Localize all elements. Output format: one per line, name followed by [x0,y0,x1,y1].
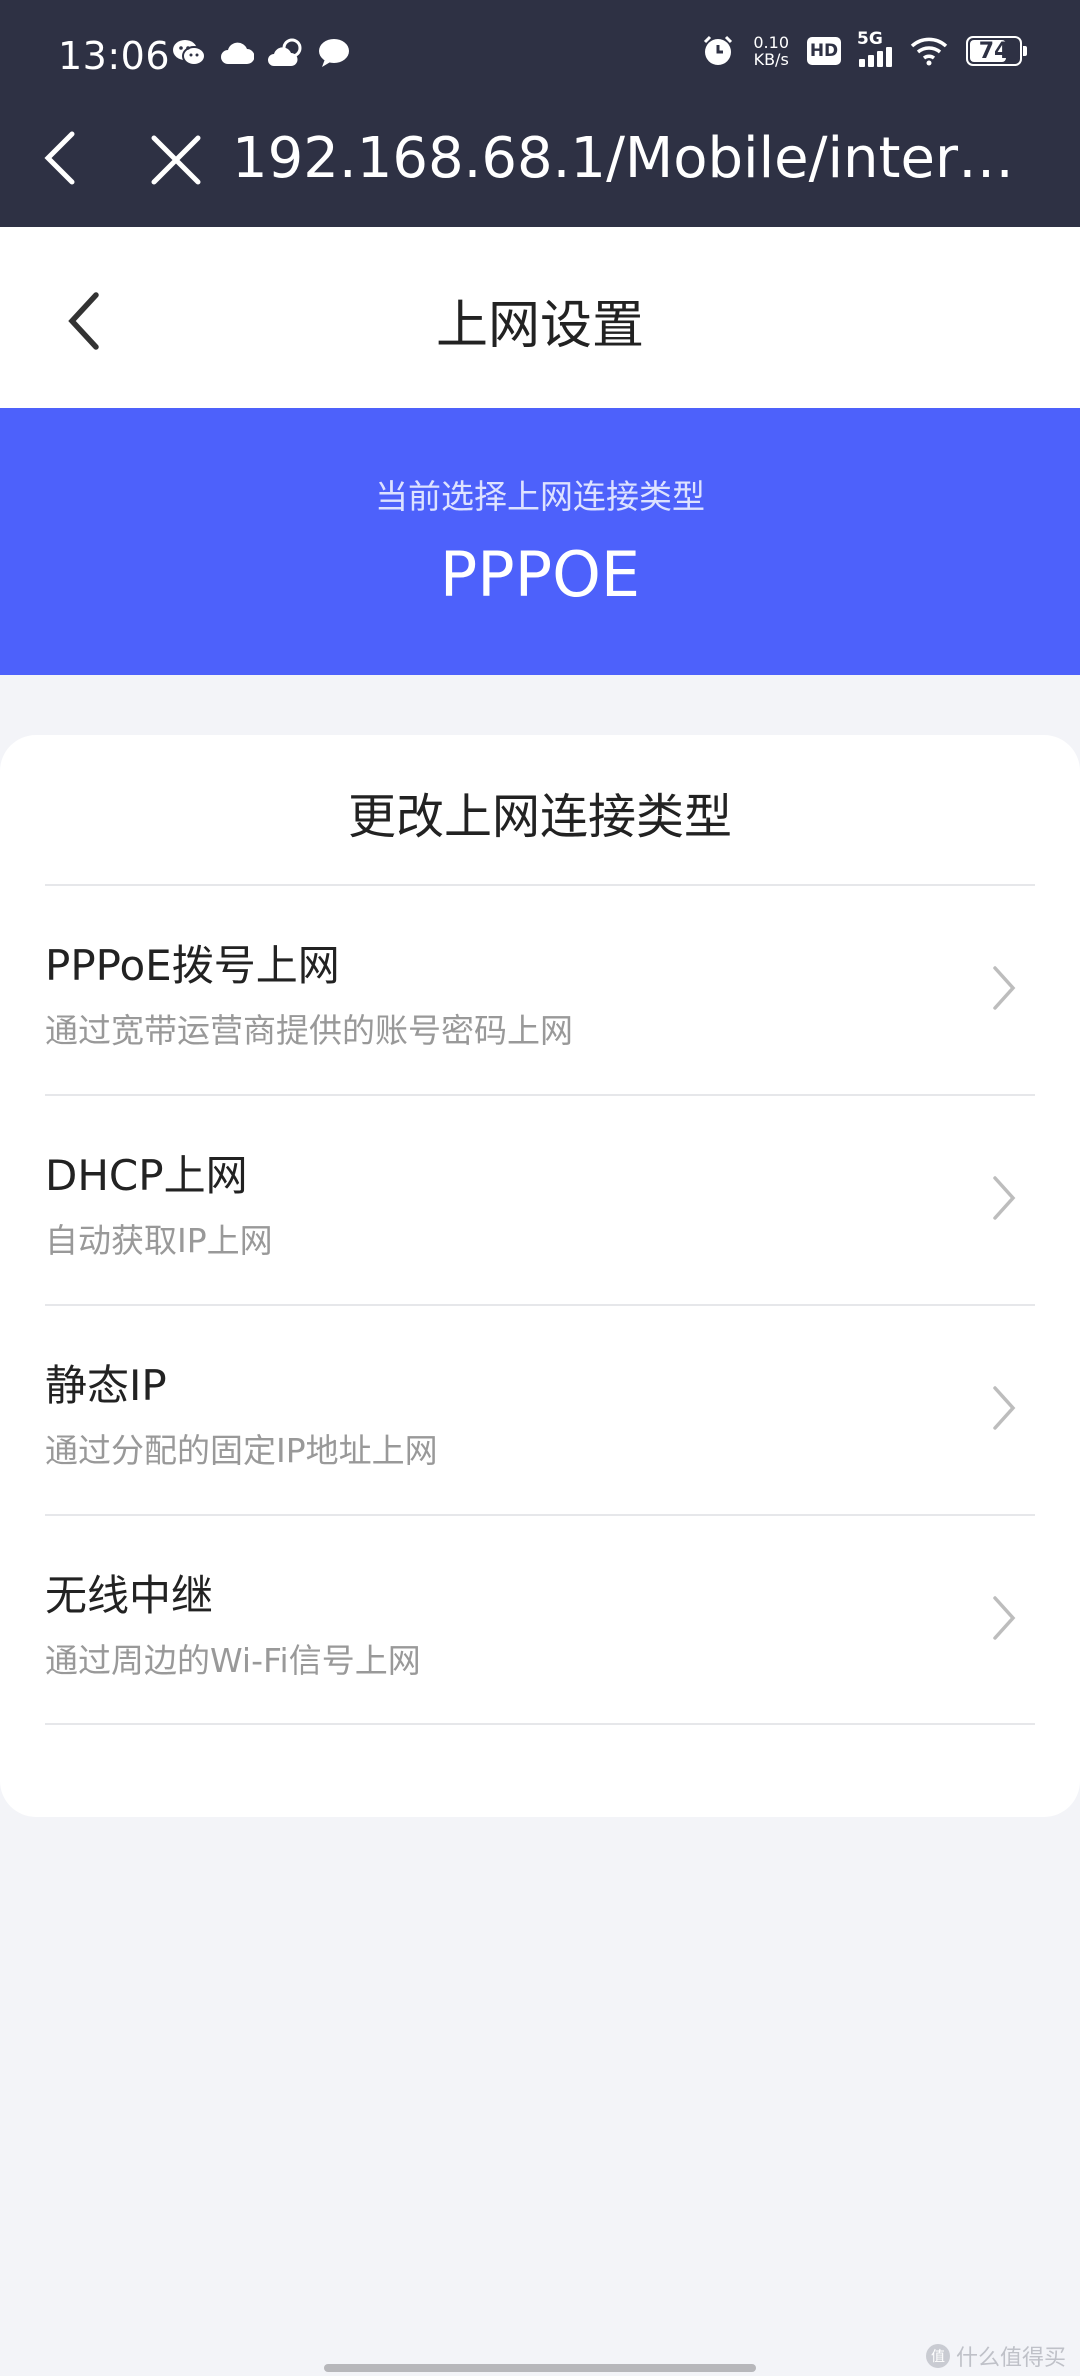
current-connection-type: PPPOE [439,538,641,611]
option-static-ip[interactable]: 静态IP 通过分配的固定IP地址上网 [45,1304,1035,1512]
cellular-signal-icon: 5G [857,29,892,67]
option-dhcp[interactable]: DHCP上网 自动获取IP上网 [45,1094,1035,1302]
hd-badge: HD [807,37,841,65]
network-type-label: 5G [857,29,883,49]
wifi-icon [910,37,948,66]
net-speed-value: 0.10 [753,33,789,52]
net-speed: 0.10 KB/s [753,34,789,68]
notification-icons [172,38,350,68]
home-indicator[interactable] [324,2364,756,2372]
option-name: PPPoE拨号上网 [45,941,340,990]
chevron-right-icon [993,1176,1016,1220]
option-name: DHCP上网 [45,1151,248,1200]
current-connection-banner: 当前选择上网连接类型 PPPOE [0,408,1080,675]
chevron-right-icon [993,966,1016,1010]
watermark-text: 什么值得买 [955,2346,1066,2371]
chat-bubble-icon [319,39,349,67]
browser-back-icon[interactable] [36,128,86,188]
net-speed-unit: KB/s [753,50,789,69]
battery-icon: 74 [966,36,1027,66]
chevron-right-icon [993,1596,1016,1640]
chevron-right-icon [993,1386,1016,1430]
cloud-sun-icon [268,38,302,66]
connection-type-card: 更改上网连接类型 PPPoE拨号上网 通过宽带运营商提供的账号密码上网 DHCP… [0,735,1080,1817]
option-description: 自动获取IP上网 [45,1221,273,1260]
option-name: 无线中继 [45,1571,214,1620]
card-title: 更改上网连接类型 [347,789,732,845]
option-description: 通过分配的固定IP地址上网 [45,1431,438,1470]
banner-subtitle: 当前选择上网连接类型 [375,477,705,516]
app-header: 上网设置 [0,227,1080,408]
page-title: 上网设置 [435,296,644,356]
wechat-icon [173,40,206,66]
option-pppoe[interactable]: PPPoE拨号上网 通过宽带运营商提供的账号密码上网 [45,884,1035,1092]
status-time: 13:06 [58,34,171,78]
watermark-logo: 值 [925,2344,950,2368]
option-description: 通过周边的Wi-Fi信号上网 [45,1641,421,1680]
browser-chrome: 13:06 0.10 KB/s HD 5G 74 192.168.68.1/Mo… [0,0,1080,227]
address-bar-url[interactable]: 192.168.68.1/Mobile/interS… [232,126,1032,191]
option-name: 静态IP [45,1361,167,1410]
list-divider [45,1723,1035,1725]
battery-level: 74 [978,38,1010,64]
cloud-icon [221,42,254,64]
browser-close-icon[interactable] [148,132,204,188]
alarm-icon [704,35,733,65]
option-description: 通过宽带运营商提供的账号密码上网 [45,1011,573,1050]
option-wireless-repeater[interactable]: 无线中继 通过周边的Wi-Fi信号上网 [45,1514,1035,1722]
status-indicators: 0.10 KB/s HD 5G 74 [701,29,1027,68]
watermark: 值 什么值得买 [925,2340,1066,2372]
